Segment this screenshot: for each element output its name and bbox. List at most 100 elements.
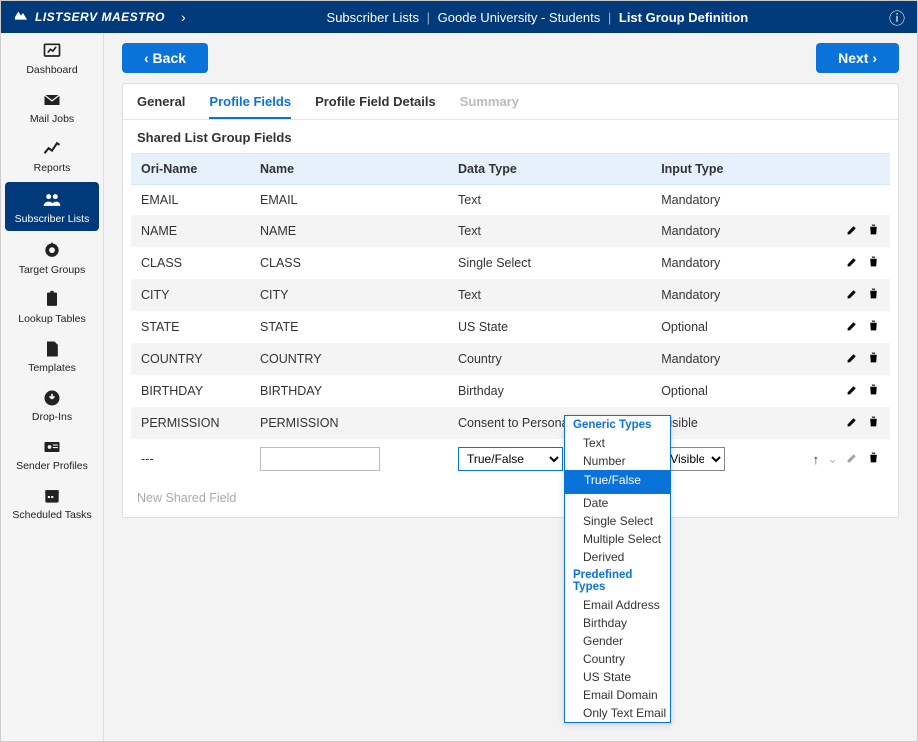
table-row-new: ---True/FalseVisible↑⌄ <box>131 439 890 479</box>
edit-icon[interactable] <box>846 351 859 367</box>
cell-input-type: Visible <box>651 407 802 439</box>
edit-icon[interactable] <box>846 383 859 399</box>
dropdown-option[interactable]: Country <box>565 650 670 668</box>
delete-icon[interactable] <box>867 383 880 399</box>
dropdown-option[interactable]: Multiple Select <box>565 530 670 548</box>
dropdown-option[interactable]: Date <box>565 494 670 512</box>
cell-ori-name: CLASS <box>131 247 250 279</box>
new-data-type-select[interactable]: True/False <box>458 447 563 471</box>
cell-data-type: Country <box>448 343 651 375</box>
cell-input-type: Optional <box>651 311 802 343</box>
col-ori-name: Ori-Name <box>131 154 250 185</box>
cell-ori-name: PERMISSION <box>131 407 250 439</box>
delete-icon[interactable] <box>867 223 880 239</box>
dropdown-option[interactable]: Email Domain <box>565 686 670 704</box>
move-down-icon: ⌄ <box>827 451 838 467</box>
table-row: BIRTHDAYBIRTHDAYBirthdayOptional <box>131 375 890 407</box>
dropdown-option[interactable]: Gender <box>565 632 670 650</box>
cell-ori-name: EMAIL <box>131 185 250 216</box>
dropdown-option[interactable]: Birthday <box>565 614 670 632</box>
dropdown-option[interactable]: Text <box>565 434 670 452</box>
scheduledtasks-icon <box>41 486 63 506</box>
sidebar-item-scheduledtasks[interactable]: Scheduled Tasks <box>1 478 103 527</box>
sidebar-item-dropins[interactable]: Drop-Ins <box>1 380 103 429</box>
cell-input-type: Mandatory <box>651 247 802 279</box>
help-icon[interactable]: ⓘ <box>889 5 905 29</box>
edit-icon[interactable] <box>846 255 859 271</box>
cell-ori-name: NAME <box>131 215 250 247</box>
breadcrumb-item[interactable]: Subscriber Lists <box>327 10 419 25</box>
sidebar-item-label: Templates <box>28 362 76 374</box>
delete-icon[interactable] <box>867 287 880 303</box>
dropins-icon <box>41 388 63 408</box>
dropdown-option[interactable]: True/False <box>565 470 670 494</box>
cell-name: STATE <box>250 311 448 343</box>
delete-icon[interactable] <box>867 415 880 431</box>
delete-icon[interactable] <box>867 351 880 367</box>
delete-icon[interactable] <box>867 255 880 271</box>
sidebar-item-senderprofiles[interactable]: Sender Profiles <box>1 429 103 478</box>
dropdown-option[interactable]: Email Address <box>565 596 670 614</box>
cell-name: EMAIL <box>250 185 448 216</box>
sidebar-item-label: Dashboard <box>26 64 77 76</box>
tab-bar: General Profile Fields Profile Field Detai… <box>123 84 898 120</box>
dashboard-icon <box>41 41 63 61</box>
table-row: CITYCITYTextMandatory <box>131 279 890 311</box>
app-logo: LISTSERV MAESTRO <box>13 9 165 25</box>
dropdown-group-header: Generic Types <box>565 416 670 434</box>
button-bar: ‹ Back Next › <box>122 43 899 73</box>
cell-ori-name: --- <box>131 439 250 479</box>
cell-ori-name: CITY <box>131 279 250 311</box>
cell-name: COUNTRY <box>250 343 448 375</box>
breadcrumb-item[interactable]: Goode University - Students <box>438 10 601 25</box>
dropdown-option[interactable]: Derived <box>565 548 670 566</box>
dropdown-option[interactable]: Number <box>565 452 670 470</box>
new-shared-field-link[interactable]: New Shared Field <box>123 479 250 517</box>
sidebar-item-label: Scheduled Tasks <box>12 509 91 521</box>
next-button[interactable]: Next › <box>816 43 899 73</box>
cell-ori-name: STATE <box>131 311 250 343</box>
panel: General Profile Fields Profile Field Detai… <box>122 83 899 518</box>
sidebar-item-label: Mail Jobs <box>30 113 74 125</box>
app-name: LISTSERV MAESTRO <box>35 10 165 24</box>
back-button[interactable]: ‹ Back <box>122 43 208 73</box>
sidebar-item-targetgroups[interactable]: Target Groups <box>1 233 103 282</box>
mailjobs-icon <box>41 90 63 110</box>
edit-icon[interactable] <box>846 223 859 239</box>
section-title: Shared List Group Fields <box>123 120 898 153</box>
cell-data-type: Text <box>448 185 651 216</box>
new-name-input[interactable] <box>260 447 380 471</box>
tab-general[interactable]: General <box>137 94 185 119</box>
edit-icon[interactable] <box>846 319 859 335</box>
cell-input-type: Optional <box>651 375 802 407</box>
edit-icon[interactable] <box>846 415 859 431</box>
data-type-dropdown[interactable]: Generic TypesTextNumberTrue/FalseDateSin… <box>564 415 671 723</box>
sidebar-item-subscriberlists[interactable]: Subscriber Lists <box>5 182 99 231</box>
sidebar-item-label: Subscriber Lists <box>15 213 90 225</box>
cell-input-type: Mandatory <box>651 185 802 216</box>
tab-profile-field-details[interactable]: Profile Field Details <box>315 94 436 119</box>
delete-icon[interactable] <box>867 319 880 335</box>
dropdown-option[interactable]: Only Text Email <box>565 704 670 722</box>
cell-input-type: Mandatory <box>651 215 802 247</box>
sidebar-item-lookuptables[interactable]: Lookup Tables <box>1 282 103 331</box>
sidebar: Dashboard Mail Jobs Reports Subscriber List… <box>1 33 104 741</box>
sidebar-item-reports[interactable]: Reports <box>1 131 103 180</box>
delete-icon[interactable] <box>867 451 880 467</box>
sidebar-item-label: Reports <box>34 162 71 174</box>
cell-data-type: Birthday <box>448 375 651 407</box>
sidebar-item-templates[interactable]: Templates <box>1 331 103 380</box>
edit-icon[interactable] <box>846 287 859 303</box>
sidebar-item-mailjobs[interactable]: Mail Jobs <box>1 82 103 131</box>
table-row: STATESTATEUS StateOptional <box>131 311 890 343</box>
cell-input-type: Mandatory <box>651 343 802 375</box>
tab-profile-fields[interactable]: Profile Fields <box>209 94 291 119</box>
move-up-icon[interactable]: ↑ <box>813 452 820 467</box>
dropdown-option[interactable]: Single Select <box>565 512 670 530</box>
breadcrumb: Subscriber Lists | Goode University - St… <box>186 10 889 25</box>
sidebar-item-dashboard[interactable]: Dashboard <box>1 33 103 82</box>
sidebar-item-label: Drop-Ins <box>32 411 72 423</box>
dropdown-option[interactable]: US State <box>565 668 670 686</box>
table-row: CLASSCLASSSingle SelectMandatory <box>131 247 890 279</box>
edit-icon <box>846 451 859 467</box>
